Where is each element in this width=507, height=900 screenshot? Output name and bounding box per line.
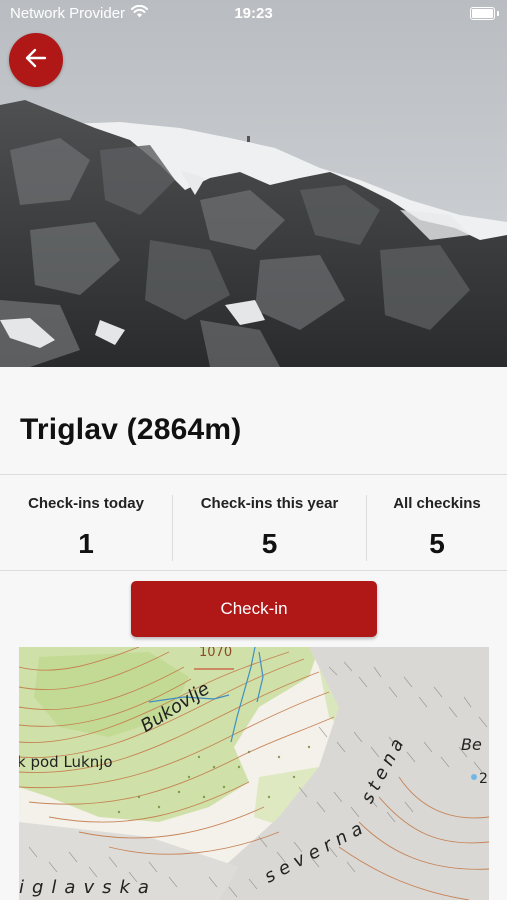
stat-value: 5 [429, 528, 445, 559]
stat-label: Check-ins today [28, 495, 144, 512]
arrow-left-icon [25, 48, 47, 73]
checkin-stats: Check-ins today 1 Check-ins this year 5 … [0, 475, 507, 570]
checkin-button[interactable]: Check-in [131, 581, 377, 637]
battery-icon [470, 7, 495, 20]
map-label-pod-luknjo: k pod Luknjo [19, 753, 113, 771]
stat-label: All checkins [393, 495, 481, 512]
battery-tip [497, 11, 499, 16]
stat-label: Check-ins this year [200, 495, 339, 512]
status-bar: Network Provider 19:23 [0, 0, 507, 30]
peak-photo [0, 0, 507, 367]
back-button[interactable] [9, 33, 63, 87]
peak-details: Triglav (2864m) Check-ins today 1 Check-… [0, 367, 507, 900]
map-label-triglavska: iglavska [19, 877, 157, 898]
stat-value: 1 [78, 528, 94, 559]
topo-map[interactable]: 1070 Bukovlje k pod Luknjo Be 2 stena se… [19, 647, 489, 900]
map-label-two: 2 [479, 771, 488, 787]
stat-all-checkins: All checkins 5 [367, 475, 507, 570]
status-time: 19:23 [234, 5, 273, 22]
divider [0, 570, 507, 571]
map-label-be: Be [461, 735, 482, 754]
map-label-elevation: 1070 [199, 647, 233, 660]
stat-checkins-this-year: Check-ins this year 5 [172, 475, 367, 570]
page-title: Triglav (2864m) [20, 413, 242, 446]
stat-checkins-today: Check-ins today 1 [0, 475, 172, 570]
stat-value: 5 [261, 528, 278, 559]
